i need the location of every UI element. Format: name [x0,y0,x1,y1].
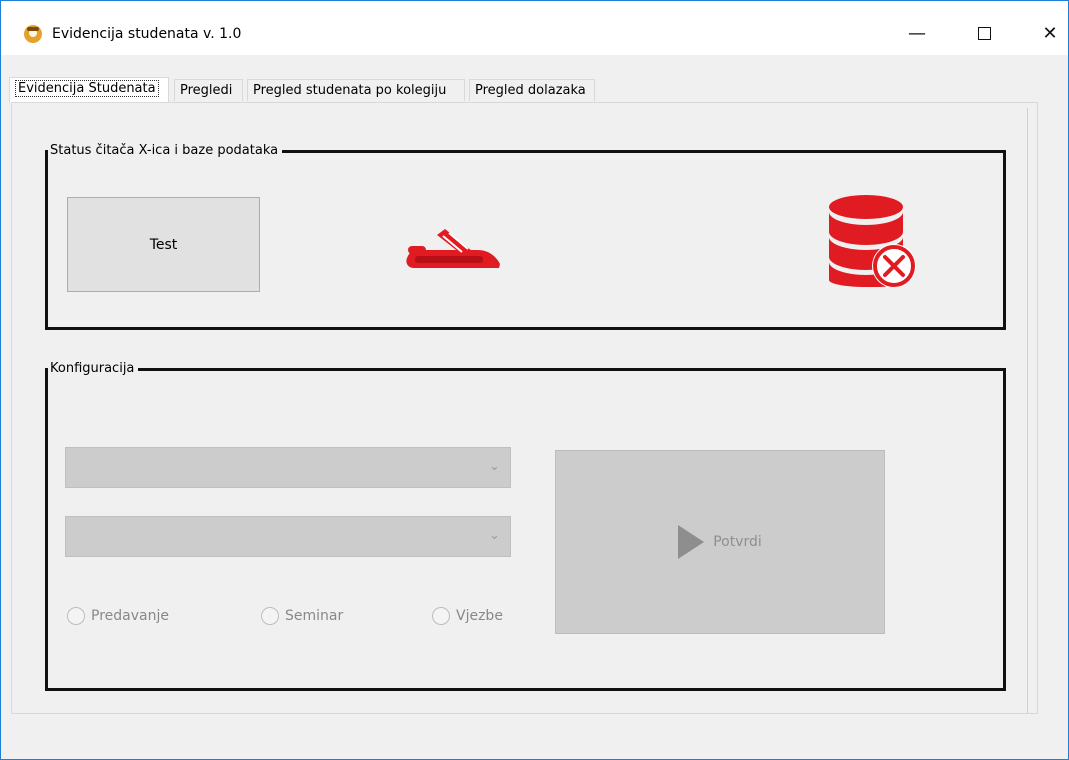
database-error-icon [829,195,916,287]
confirm-button[interactable]: Potvrdi [555,450,885,634]
configuration-group: Konfiguracija ⌄ ⌄ Predavanje Seminar Vje… [45,361,1006,691]
tab-evidencija-studenata[interactable]: Evidencija Studenata [9,77,169,103]
chevron-down-icon: ⌄ [489,459,500,474]
application-window: Evidencija studenata v. 1.0 — ✕ Evidenci… [0,0,1069,760]
panel-right-border [1027,108,1028,714]
bottom-area [1,714,1068,759]
test-button[interactable]: Test [67,197,260,292]
radio-seminar[interactable]: Seminar [261,606,343,626]
close-button[interactable]: ✕ [1027,17,1069,51]
title-bar[interactable]: Evidencija studenata v. 1.0 — ✕ [1,1,1068,55]
configuration-group-title: Konfiguracija [48,361,139,376]
app-icon [24,25,42,43]
radio-circle-icon [261,607,279,625]
maximize-icon [977,26,991,40]
tab-pregled-dolazaka[interactable]: Pregled dolazaka [469,79,595,101]
card-reader-icon [406,229,500,268]
tab-panel: Status čitača X-ica i baze podataka Test [11,102,1038,714]
status-group: Status čitača X-ica i baze podataka Test [45,143,1006,330]
first-combo-box[interactable]: ⌄ [65,447,511,488]
minimize-button[interactable]: — [894,17,940,51]
radio-predavanje[interactable]: Predavanje [67,606,169,626]
tab-pregled-studenata-po-kolegiju[interactable]: Pregled studenata po kolegiju [247,79,465,101]
maximize-button[interactable] [961,17,1007,51]
radio-circle-icon [432,607,450,625]
window-title: Evidencija studenata v. 1.0 [52,26,242,42]
chevron-down-icon: ⌄ [489,528,500,543]
status-group-title: Status čitača X-ica i baze podataka [48,143,283,158]
play-icon [678,525,705,559]
radio-vjezbe[interactable]: Vjezbe [432,606,503,626]
second-combo-box[interactable]: ⌄ [65,516,511,557]
radio-circle-icon [67,607,85,625]
tab-pregledi[interactable]: Pregledi [174,79,243,101]
